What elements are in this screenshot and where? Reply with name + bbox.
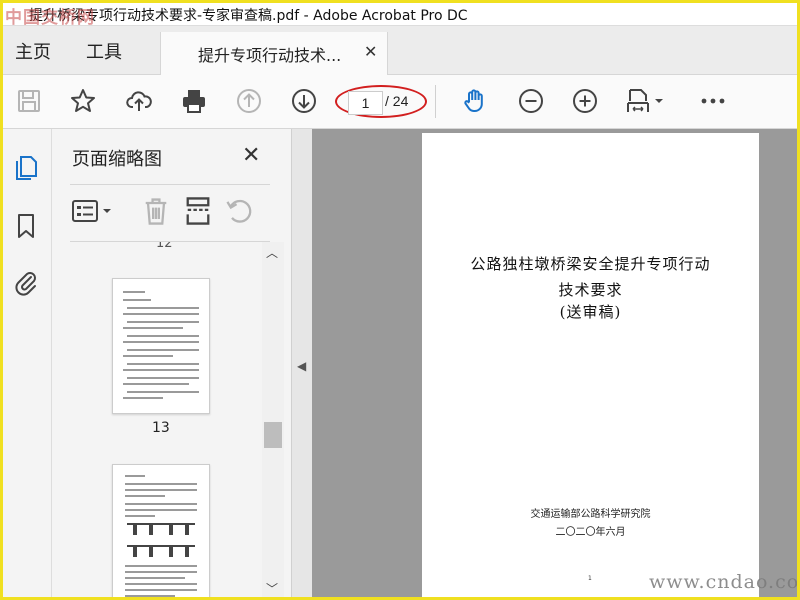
watermark-url: www.cndao.com <box>649 571 797 593</box>
tab-bar: 主页 工具 提升专项行动技术... ✕ <box>3 26 797 75</box>
watermark-logo: 中国交桥网 <box>5 8 95 28</box>
thumbnail-label-previous: 12 <box>156 242 173 251</box>
document-title-line-1: 公路独柱墩桥梁安全提升专项行动 <box>470 255 711 273</box>
panel-toolbar <box>70 184 270 242</box>
thumbnails-panel: 页面缩略图 ✕ 12 13 ︿ ﹀ <box>52 129 290 597</box>
thumbnail-page-14[interactable] <box>112 464 210 597</box>
nav-home[interactable]: 主页 <box>15 38 51 64</box>
thumbnail-list: 12 13 <box>70 242 260 597</box>
document-viewer[interactable]: 公路独柱墩桥梁安全提升专项行动 技术要求 (送审稿) 交通运输部公路科学研究院 … <box>312 129 797 597</box>
scroll-up-icon[interactable]: ︿ <box>266 244 278 261</box>
print-icon[interactable] <box>178 85 210 117</box>
extract-pages-icon[interactable] <box>182 195 214 227</box>
main-toolbar: 1 / 24 <box>3 75 797 129</box>
panel-collapse-handle[interactable]: ◀ <box>291 129 312 597</box>
attachments-icon[interactable] <box>11 267 41 297</box>
thumbnail-label: 13 <box>152 420 170 436</box>
zoom-out-icon[interactable] <box>515 85 547 117</box>
bookmarks-icon[interactable] <box>11 211 41 241</box>
page-fit-icon[interactable] <box>623 85 667 117</box>
tab-close-button[interactable]: ✕ <box>364 42 377 61</box>
delete-page-icon[interactable] <box>140 195 172 227</box>
page-footer-number: 1 <box>588 575 592 582</box>
panel-title: 页面缩略图 <box>72 149 162 170</box>
more-icon[interactable] <box>697 85 729 117</box>
document-title-line-3: (送审稿) <box>559 303 622 321</box>
document-tab-label: 提升专项行动技术... <box>198 46 342 65</box>
app-window: 提升桥梁专项行动技术要求-专家审查稿.pdf - Adobe Acrobat P… <box>3 3 797 597</box>
scroll-down-icon[interactable]: ﹀ <box>266 580 278 597</box>
document-organization: 交通运输部公路科学研究院 <box>530 509 651 520</box>
page-total: / 24 <box>385 93 409 109</box>
page-down-icon[interactable] <box>288 85 320 117</box>
collapse-arrow-icon[interactable]: ◀ <box>297 359 306 373</box>
document-title-line-2: 技术要求 <box>558 281 623 299</box>
scrollbar-thumb[interactable] <box>264 422 282 448</box>
toolbar-divider <box>435 85 436 118</box>
pdf-page: 公路独柱墩桥梁安全提升专项行动 技术要求 (送审稿) 交通运输部公路科学研究院 … <box>422 133 759 597</box>
rotate-page-icon[interactable] <box>224 195 256 227</box>
save-icon[interactable] <box>13 85 45 117</box>
title-bar: 提升桥梁专项行动技术要求-专家审查稿.pdf - Adobe Acrobat P… <box>3 3 797 28</box>
page-up-icon[interactable] <box>233 85 265 117</box>
hand-tool-icon[interactable] <box>459 85 491 117</box>
nav-tools[interactable]: 工具 <box>86 38 122 64</box>
thumbnail-scrollbar[interactable]: ︿ ﹀ <box>262 242 284 597</box>
zoom-in-icon[interactable] <box>569 85 601 117</box>
document-tab[interactable]: 提升专项行动技术... ✕ <box>160 32 388 75</box>
bookmark-star-icon[interactable] <box>67 85 99 117</box>
thumbnail-options-icon[interactable] <box>70 195 116 227</box>
page-thumbnails-icon[interactable] <box>11 153 41 183</box>
page-number-input[interactable]: 1 <box>348 91 383 115</box>
cloud-upload-icon[interactable] <box>123 85 155 117</box>
side-rail <box>3 129 52 597</box>
thumbnail-page-13[interactable] <box>112 278 210 414</box>
panel-close-button[interactable]: ✕ <box>242 143 260 168</box>
document-date: 二〇二〇年六月 <box>555 527 626 538</box>
